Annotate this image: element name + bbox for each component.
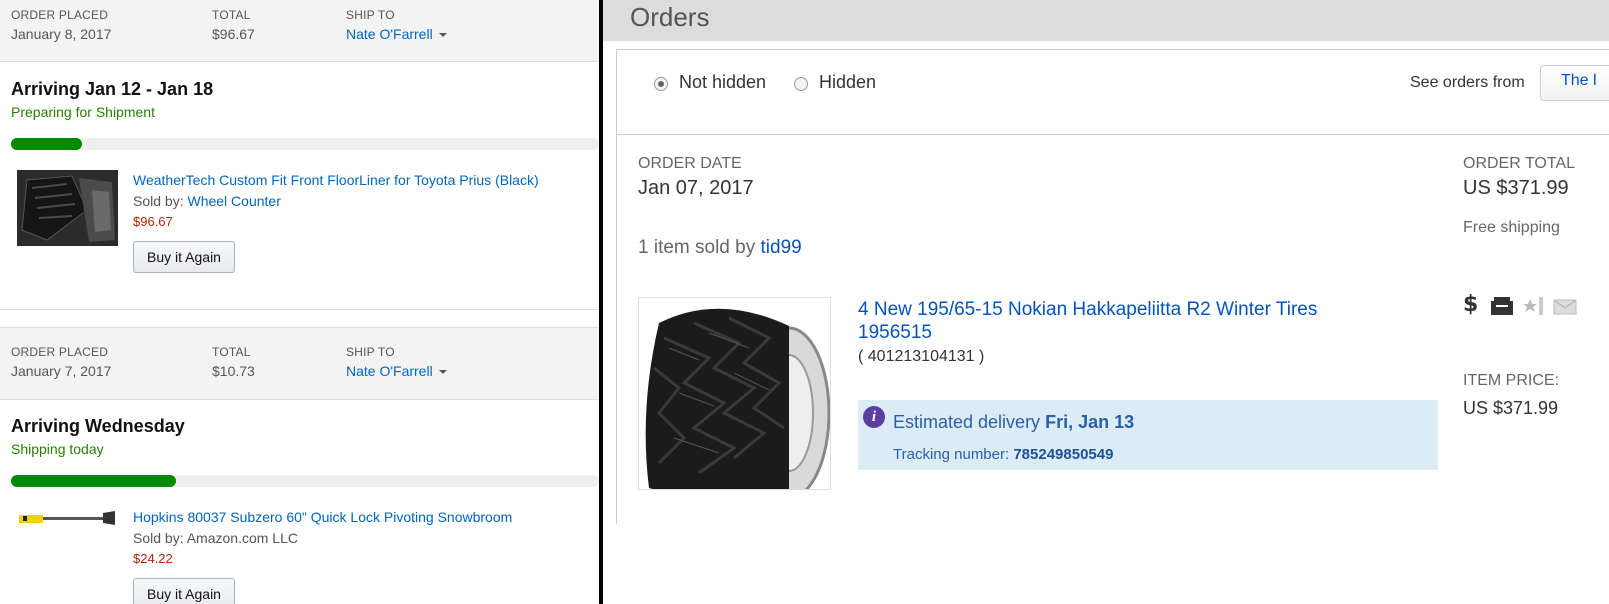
floorliner-graphic bbox=[17, 170, 118, 246]
total-label: TOTAL bbox=[212, 345, 251, 359]
order-card-border bbox=[616, 134, 617, 524]
shipment-status: Shipping today bbox=[11, 441, 104, 457]
amazon-orders-panel: ORDER PLACED January 8, 2017 TOTAL $96.6… bbox=[0, 0, 599, 604]
seller-link[interactable]: tid99 bbox=[761, 237, 802, 258]
tire-product-image[interactable] bbox=[638, 297, 831, 490]
sold-by-label: Sold by: bbox=[133, 530, 184, 546]
ship-to-label: SHIP TO bbox=[346, 8, 395, 22]
product-price: $96.67 bbox=[133, 214, 173, 229]
ship-to-dropdown[interactable]: Nate O'Farrell bbox=[346, 26, 447, 42]
hidden-label[interactable]: Hidden bbox=[819, 72, 876, 93]
item-title-link[interactable]: 4 New 195/65-15 Nokian Hakkapeliitta R2 … bbox=[858, 298, 1378, 344]
snowbroom-graphic bbox=[19, 511, 115, 525]
order-placed-date: January 8, 2017 bbox=[11, 26, 112, 42]
delivery-info-box: i Estimated delivery Fri, Jan 13 Trackin… bbox=[858, 400, 1438, 470]
tracking-label: Tracking number: bbox=[893, 446, 1010, 463]
caret-down-icon bbox=[438, 33, 447, 38]
ship-to-name: Nate O'Farrell bbox=[346, 363, 433, 379]
progress-fill bbox=[11, 475, 176, 487]
estimated-delivery-date: Fri, Jan 13 bbox=[1045, 412, 1135, 432]
item-number: ( 401213104131 ) bbox=[858, 348, 985, 365]
dollar-icon: $ bbox=[1463, 292, 1479, 317]
seller-name: Amazon.com LLC bbox=[186, 530, 298, 546]
shipping-info: Free shipping bbox=[1463, 219, 1560, 236]
order-placed-label: ORDER PLACED bbox=[11, 345, 109, 359]
not-hidden-radio[interactable] bbox=[654, 77, 668, 91]
filter-bar: Not hidden Hidden See orders from The l bbox=[616, 49, 1609, 135]
tracking-info: Tracking number: 785249850549 bbox=[893, 446, 1113, 463]
see-orders-from-label: See orders from bbox=[1410, 74, 1525, 91]
seller-link[interactable]: Wheel Counter bbox=[187, 193, 280, 209]
tire-graphic bbox=[639, 298, 830, 489]
product-price: $24.22 bbox=[133, 551, 173, 566]
order-date-label: ORDER DATE bbox=[638, 155, 742, 172]
product-title-link[interactable]: Hopkins 80037 Subzero 60" Quick Lock Piv… bbox=[133, 509, 512, 525]
order-status-icons: $ bbox=[1463, 292, 1583, 320]
star-feedback-icon bbox=[1524, 297, 1543, 315]
estimated-delivery: Estimated delivery Fri, Jan 13 bbox=[893, 412, 1134, 433]
info-icon: i bbox=[863, 406, 885, 428]
arriving-heading: Arriving Wednesday bbox=[11, 416, 185, 436]
product-image-floorliner[interactable] bbox=[17, 170, 118, 246]
product-title-link[interactable]: WeatherTech Custom Fit Front FloorLiner … bbox=[133, 172, 539, 188]
order-placed-date: January 7, 2017 bbox=[11, 363, 112, 379]
order-date: Jan 07, 2017 bbox=[638, 177, 754, 199]
filter-divider bbox=[616, 134, 1609, 135]
shipment-status: Preparing for Shipment bbox=[11, 104, 155, 120]
total-label: TOTAL bbox=[212, 8, 251, 22]
order-total-label: ORDER TOTAL bbox=[1463, 155, 1576, 172]
progress-track bbox=[11, 475, 599, 487]
items-sold-text: 1 item sold by bbox=[638, 237, 756, 258]
order-header: ORDER PLACED January 7, 2017 TOTAL $10.7… bbox=[0, 327, 599, 400]
sold-by: Sold by: Wheel Counter bbox=[133, 193, 281, 209]
product-image-snowbroom[interactable] bbox=[17, 510, 117, 526]
page-title: Orders bbox=[630, 2, 710, 32]
not-hidden-label[interactable]: Not hidden bbox=[679, 72, 766, 93]
ship-to-name: Nate O'Farrell bbox=[346, 26, 433, 42]
order-divider bbox=[0, 309, 599, 310]
total-value: $10.73 bbox=[212, 363, 255, 379]
orders-title-bar: Orders bbox=[603, 0, 1609, 41]
sold-by-label: Sold by: bbox=[133, 193, 184, 209]
box-icon bbox=[1491, 297, 1513, 315]
sold-by: Sold by: Amazon.com LLC bbox=[133, 530, 298, 546]
buy-again-button[interactable]: Buy it Again bbox=[133, 578, 235, 604]
arriving-heading: Arriving Jan 12 - Jan 18 bbox=[11, 79, 214, 99]
item-price: US $371.99 bbox=[1463, 398, 1559, 418]
items-sold-by: 1 item sold by tid99 bbox=[638, 237, 802, 259]
see-orders-from-select[interactable]: The l bbox=[1540, 65, 1609, 101]
progress-fill bbox=[11, 138, 82, 150]
hidden-radio[interactable] bbox=[794, 77, 808, 91]
estimated-delivery-label: Estimated delivery bbox=[893, 412, 1041, 432]
order-total: US $371.99 bbox=[1463, 177, 1569, 199]
ship-to-label: SHIP TO bbox=[346, 345, 395, 359]
buy-again-button[interactable]: Buy it Again bbox=[133, 241, 235, 273]
caret-down-icon bbox=[438, 370, 447, 375]
progress-track bbox=[11, 138, 599, 150]
total-value: $96.67 bbox=[212, 26, 255, 42]
ship-to-dropdown[interactable]: Nate O'Farrell bbox=[346, 363, 447, 379]
tracking-number-link[interactable]: 785249850549 bbox=[1013, 446, 1113, 463]
envelope-icon bbox=[1553, 299, 1577, 315]
order-placed-label: ORDER PLACED bbox=[11, 8, 109, 22]
order-header: ORDER PLACED January 8, 2017 TOTAL $96.6… bbox=[0, 0, 599, 62]
item-price-label: ITEM PRICE: bbox=[1463, 372, 1560, 389]
see-orders-from-value: The l bbox=[1561, 72, 1597, 89]
ebay-orders-panel: Orders Not hidden Hidden See orders from… bbox=[603, 0, 1609, 604]
